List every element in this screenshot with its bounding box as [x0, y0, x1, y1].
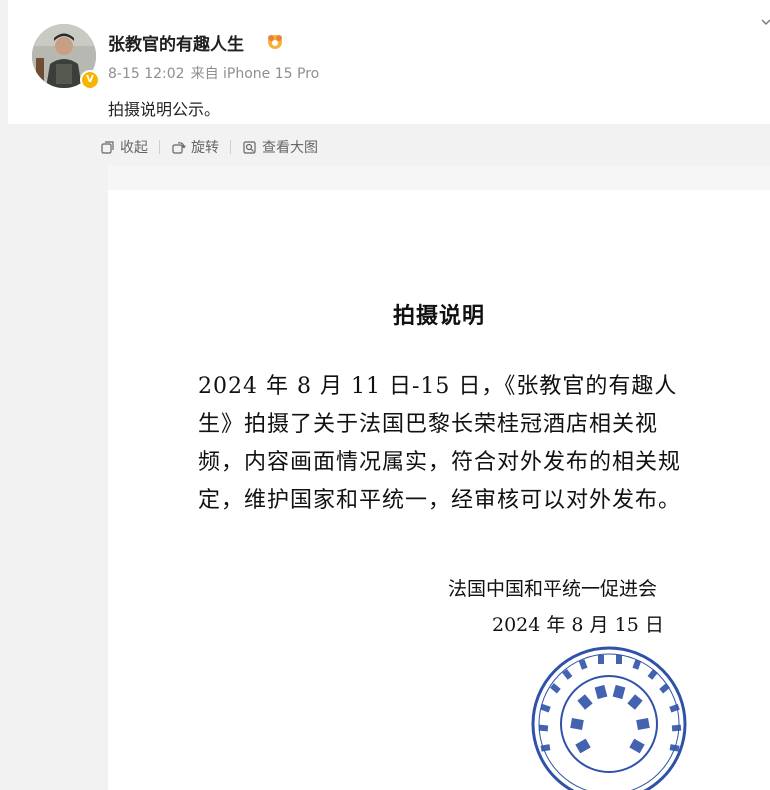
verified-v-badge-icon: V [80, 70, 100, 90]
rotate-button[interactable]: 旋转 [171, 137, 219, 157]
username-link[interactable]: 张教官的有趣人生 [108, 30, 244, 55]
collapse-icon [101, 140, 114, 154]
image-top-margin [108, 166, 770, 190]
post-source: 来自 iPhone 15 Pro [190, 66, 320, 82]
collapse-button[interactable]: 收起 [100, 137, 148, 157]
document-signature-date: 2024 年 8 月 15 日 [492, 614, 664, 636]
post-text: 拍摄说明公示。 [108, 100, 221, 119]
toolbar-divider [159, 140, 160, 154]
document-body: 2024 年 8 月 11 日-15 日，《张教官的有趣人生》拍摄了关于法国巴黎… [198, 374, 682, 513]
post-image[interactable]: 拍摄说明 2024 年 8 月 11 日-15 日，《张教官的有趣人生》拍摄了关… [108, 166, 770, 790]
rotate-icon [172, 141, 186, 154]
view-large-button[interactable]: 查看大图 [242, 137, 318, 157]
view-large-icon [243, 140, 256, 154]
weibo-post-card: V 张教官的有趣人生 8-15 12:02 来自 iPhone 15 Pro 拍摄… [8, 0, 770, 124]
document-title: 拍摄说明 [392, 304, 485, 329]
document-signature-org: 法国中国和平统一促进会 [448, 578, 658, 600]
view-large-label: 查看大图 [262, 140, 318, 156]
image-toolbar: 收起 旋转 查看大图 [100, 134, 318, 160]
post-time[interactable]: 8-15 12:02 [108, 66, 185, 82]
toolbar-divider [230, 140, 231, 154]
flower-badge-icon [268, 35, 282, 49]
collapse-label: 收起 [120, 140, 148, 156]
rotate-label: 旋转 [191, 140, 219, 156]
official-seal-icon [531, 646, 687, 790]
chevron-down-icon[interactable] [760, 16, 770, 28]
post-meta: 8-15 12:02 来自 iPhone 15 Pro [108, 63, 325, 83]
